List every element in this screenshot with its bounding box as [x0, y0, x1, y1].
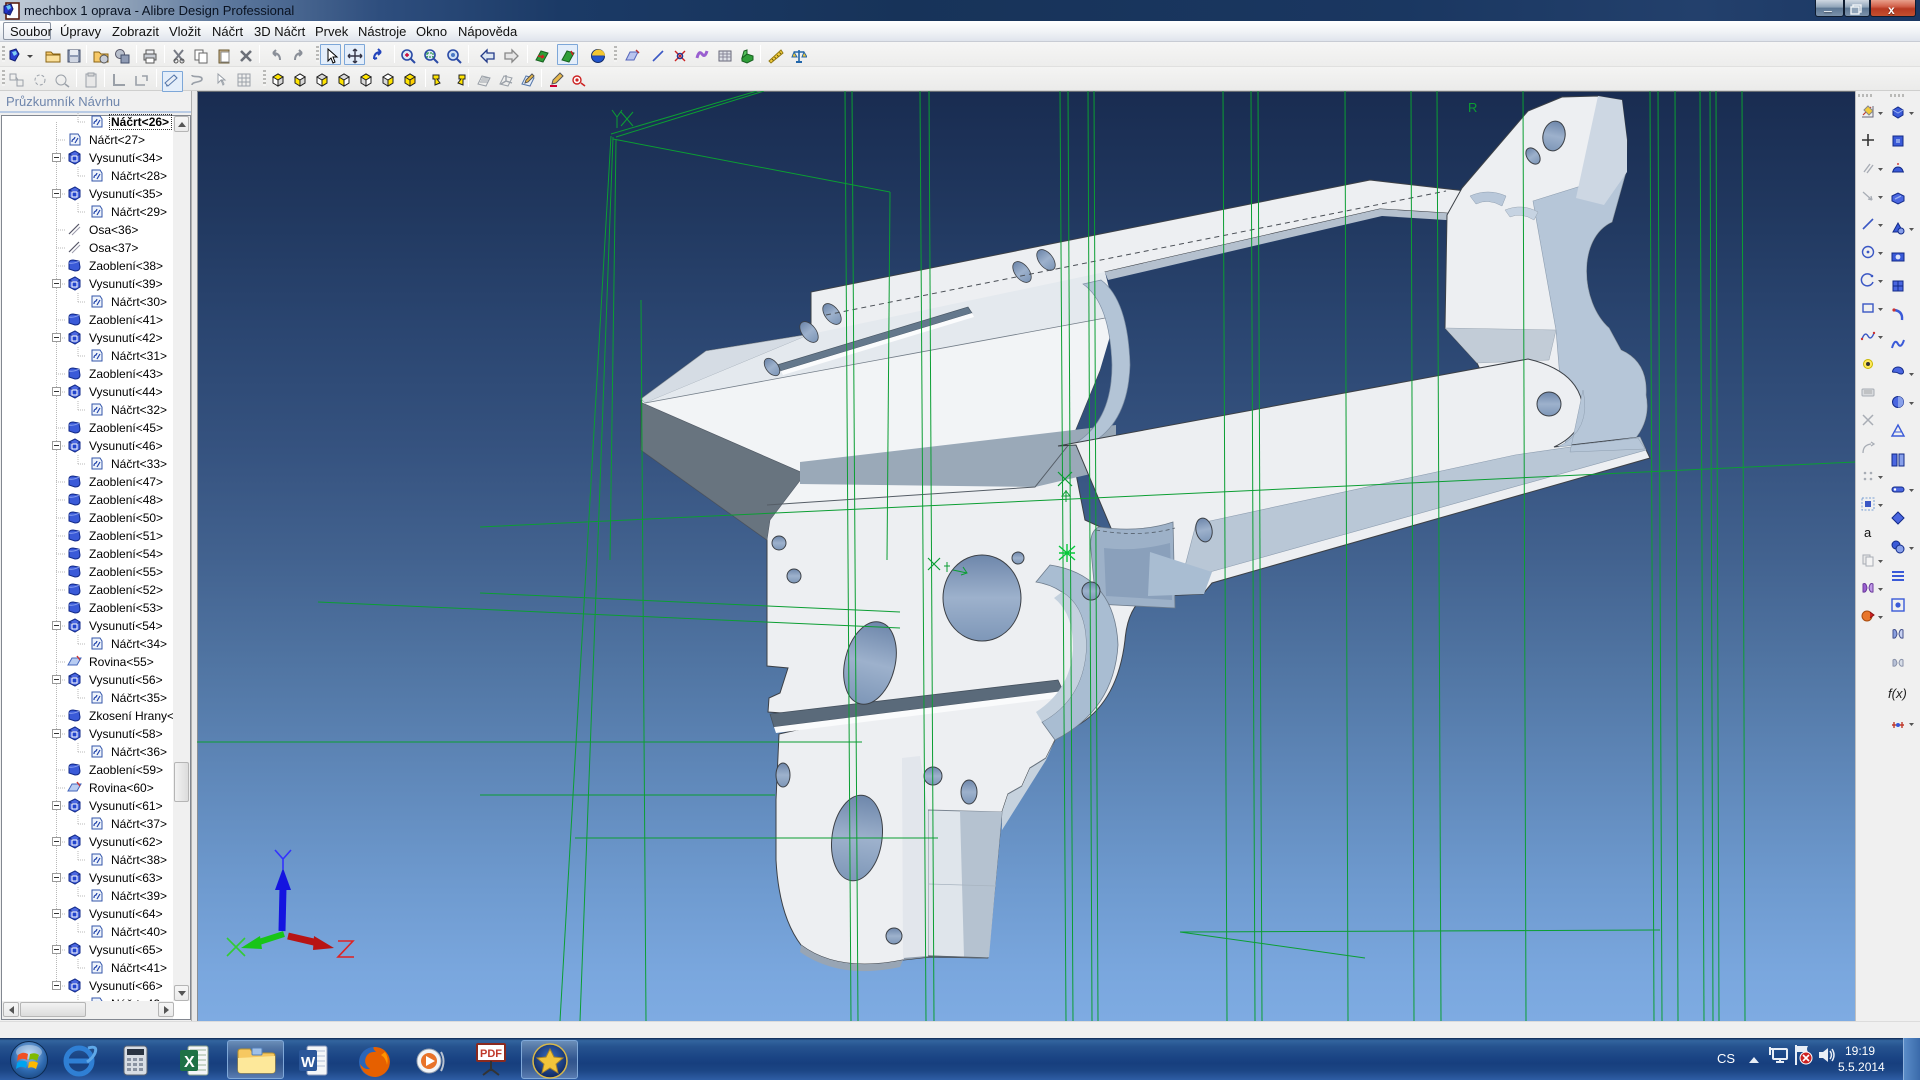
svg-text:a: a	[1864, 525, 1872, 540]
svg-text:X: X	[184, 1054, 195, 1071]
svg-text:PDF: PDF	[480, 1048, 502, 1060]
svg-text:W: W	[301, 1054, 316, 1071]
svg-text:R: R	[1468, 100, 1477, 115]
